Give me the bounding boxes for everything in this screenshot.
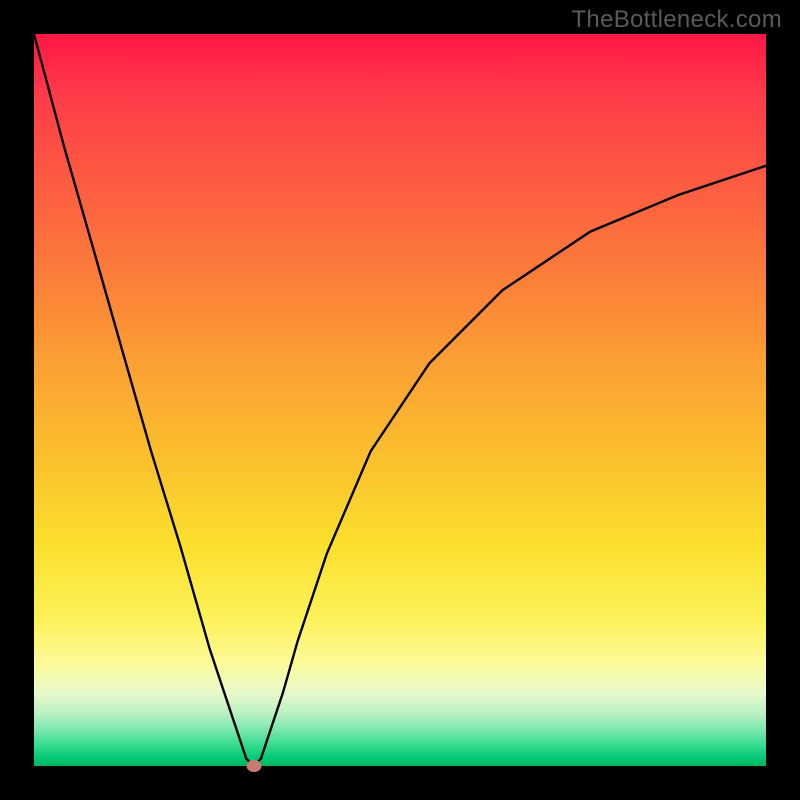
bottleneck-curve-path	[34, 34, 766, 766]
chart-frame: TheBottleneck.com	[0, 0, 800, 800]
watermark-text: TheBottleneck.com	[571, 6, 782, 34]
plot-area	[34, 34, 766, 766]
curve-svg	[34, 34, 766, 766]
minimum-marker	[246, 760, 261, 772]
